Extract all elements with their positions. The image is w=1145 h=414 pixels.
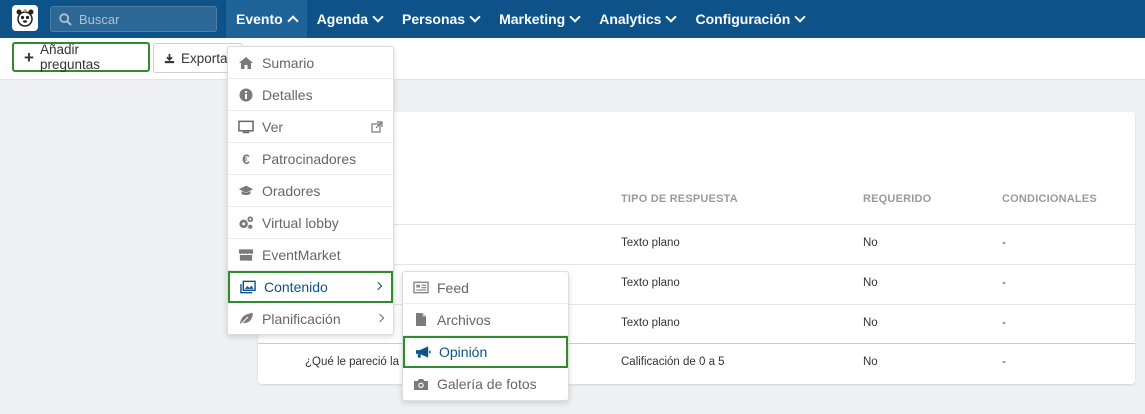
cell-conditional: - bbox=[1002, 317, 1006, 329]
contenido-submenu: Feed Archivos Opinión Galería de fotos bbox=[402, 271, 569, 401]
menu-item-eventmarket[interactable]: EventMarket bbox=[228, 239, 393, 271]
gears-icon bbox=[238, 215, 254, 231]
external-link-icon bbox=[371, 120, 383, 136]
cell-type: Texto plano bbox=[621, 237, 680, 249]
chevron-down-icon bbox=[372, 11, 384, 23]
cell-required: No bbox=[863, 356, 878, 368]
submenu-item-galeria[interactable]: Galería de fotos bbox=[403, 368, 568, 400]
cell-type: Texto plano bbox=[621, 277, 680, 289]
chevron-down-icon bbox=[469, 11, 481, 23]
add-questions-button[interactable]: + Añadir preguntas bbox=[12, 42, 150, 72]
menu-item-ver[interactable]: Ver bbox=[228, 111, 393, 143]
chevron-down-icon bbox=[794, 11, 807, 23]
monitor-icon bbox=[238, 119, 254, 135]
cell-required: No bbox=[863, 277, 878, 289]
cell-required: No bbox=[863, 237, 878, 249]
menu-item-detalles[interactable]: Detalles bbox=[228, 79, 393, 111]
images-icon bbox=[240, 279, 256, 295]
menu-item-contenido[interactable]: Contenido bbox=[228, 271, 393, 303]
submenu-item-opinion[interactable]: Opinión bbox=[403, 336, 568, 368]
column-header-tipo: TIPO DE RESPUESTA bbox=[621, 193, 738, 205]
nav-configuracion[interactable]: Configuración bbox=[685, 0, 814, 38]
nav-marketing[interactable]: Marketing bbox=[489, 0, 589, 38]
cell-conditional: - bbox=[1002, 237, 1006, 249]
leaf-icon bbox=[238, 311, 254, 327]
download-icon bbox=[164, 53, 175, 63]
menu-item-patrocinadores[interactable]: € Patrocinadores bbox=[228, 143, 393, 175]
cell-conditional: - bbox=[1002, 356, 1006, 368]
column-header-requerido: REQUERIDO bbox=[863, 193, 932, 205]
search-box[interactable] bbox=[50, 6, 217, 32]
nav-agenda[interactable]: Agenda bbox=[307, 0, 392, 38]
submenu-item-feed[interactable]: Feed bbox=[403, 272, 568, 304]
plus-icon: + bbox=[24, 47, 34, 67]
cell-question: ¿Qué le pareció la pe bbox=[305, 356, 415, 368]
search-icon bbox=[59, 12, 72, 26]
app-logo[interactable] bbox=[12, 5, 38, 31]
cell-type: Calificación de 0 a 5 bbox=[621, 356, 725, 368]
menu-item-virtual-lobby[interactable]: Virtual lobby bbox=[228, 207, 393, 239]
top-navbar: Evento Agenda Personas Marketing Analyti… bbox=[0, 0, 1145, 38]
graduation-cap-icon bbox=[238, 183, 254, 199]
nav-personas[interactable]: Personas bbox=[392, 0, 489, 38]
toolbar: + Añadir preguntas Exportar bbox=[0, 38, 1145, 80]
chevron-down-icon bbox=[569, 11, 581, 23]
nav-analytics[interactable]: Analytics bbox=[589, 0, 685, 38]
chevron-down-icon bbox=[665, 11, 678, 23]
search-input[interactable] bbox=[79, 11, 209, 27]
column-header-condicionales: CONDICIONALES bbox=[1002, 193, 1097, 205]
home-icon bbox=[238, 55, 254, 71]
menu-item-sumario[interactable]: Sumario bbox=[228, 47, 393, 79]
chevron-right-icon bbox=[373, 281, 383, 291]
chevron-up-icon bbox=[287, 15, 299, 27]
newspaper-icon bbox=[413, 280, 429, 296]
cell-required: No bbox=[863, 317, 878, 329]
camera-icon bbox=[413, 376, 429, 392]
megaphone-icon bbox=[415, 344, 431, 360]
nav-evento[interactable]: Evento bbox=[226, 0, 307, 38]
file-icon bbox=[413, 312, 429, 328]
store-icon bbox=[238, 247, 254, 263]
cell-type: Texto plano bbox=[621, 317, 680, 329]
evento-dropdown-menu: Sumario Detalles Ver € Patrocinadores Or… bbox=[227, 46, 394, 335]
menu-item-planificacion[interactable]: Planificación bbox=[228, 303, 393, 335]
cell-conditional: - bbox=[1002, 277, 1006, 289]
info-icon bbox=[238, 87, 254, 103]
menu-item-oradores[interactable]: Oradores bbox=[228, 175, 393, 207]
submenu-item-archivos[interactable]: Archivos bbox=[403, 304, 568, 336]
chevron-right-icon bbox=[375, 313, 385, 323]
euro-icon: € bbox=[242, 150, 250, 167]
